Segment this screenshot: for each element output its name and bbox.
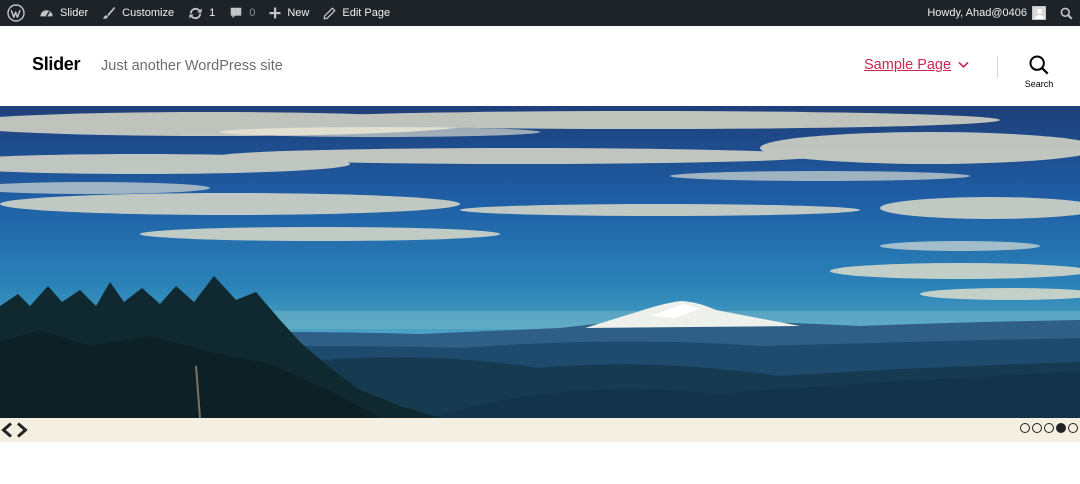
slide-image <box>0 106 1080 418</box>
nav-item-label: Sample Page <box>864 57 952 73</box>
search-icon <box>1029 55 1049 75</box>
updates-count: 1 <box>209 7 216 19</box>
slider-next-button[interactable] <box>15 422 29 438</box>
site-tagline: Just another WordPress site <box>101 58 283 74</box>
site-name-menu[interactable]: Slider <box>32 0 95 26</box>
chevron-down-icon[interactable] <box>958 61 969 69</box>
image-slider <box>0 106 1080 442</box>
admin-bar-right: Howdy, Ahad@0406 <box>920 0 1080 26</box>
edit-page-link[interactable]: Edit Page <box>316 0 397 26</box>
new-label: New <box>287 7 310 19</box>
customize-label: Customize <box>122 7 175 19</box>
new-content-menu[interactable]: New <box>262 0 316 26</box>
slider-pagination <box>1018 423 1078 433</box>
admin-bar: Slider Customize 1 0 New Edit Page Howdy… <box>0 0 1080 26</box>
comments-count: 0 <box>249 7 256 19</box>
brush-icon <box>103 6 116 19</box>
slider-prev-button[interactable] <box>0 422 14 438</box>
slider-dot[interactable] <box>1068 423 1078 433</box>
site-title[interactable]: Slider <box>32 54 81 75</box>
search-toggle-button[interactable]: Search <box>1018 54 1060 89</box>
comments-link[interactable]: 0 <box>222 0 262 26</box>
slider-dot[interactable] <box>1044 423 1054 433</box>
customize-link[interactable]: Customize <box>95 0 181 26</box>
howdy-label: Howdy, Ahad@0406 <box>927 7 1027 19</box>
mountain-landscape-image <box>0 111 1080 418</box>
comment-bubble-icon <box>230 7 242 19</box>
search-icon <box>1060 7 1073 19</box>
wordpress-logo-menu[interactable] <box>0 0 32 26</box>
edit-page-label: Edit Page <box>342 7 391 19</box>
wordpress-logo-icon <box>7 4 25 22</box>
admin-bar-search[interactable] <box>1053 0 1080 26</box>
chevron-right-icon <box>17 422 28 438</box>
dashboard-icon <box>40 9 53 17</box>
avatar <box>1032 6 1046 20</box>
slider-dot[interactable] <box>1032 423 1042 433</box>
slider-dot[interactable] <box>1056 423 1066 433</box>
my-account-menu[interactable]: Howdy, Ahad@0406 <box>920 0 1053 26</box>
chevron-left-icon <box>1 422 12 438</box>
site-name-label: Slider <box>60 7 89 19</box>
updates-icon <box>189 7 202 19</box>
header-divider <box>997 56 998 78</box>
admin-bar-left: Slider Customize 1 0 New Edit Page <box>0 0 397 26</box>
search-toggle-label: Search <box>1024 79 1054 89</box>
site-header: Slider Just another WordPress site Sampl… <box>0 26 1080 106</box>
slider-controls <box>0 418 1080 442</box>
pencil-icon <box>323 7 336 19</box>
nav-item-sample-page[interactable]: Sample Page <box>864 57 969 73</box>
plus-icon <box>269 7 281 19</box>
slider-dot[interactable] <box>1020 423 1030 433</box>
updates-link[interactable]: 1 <box>181 0 222 26</box>
